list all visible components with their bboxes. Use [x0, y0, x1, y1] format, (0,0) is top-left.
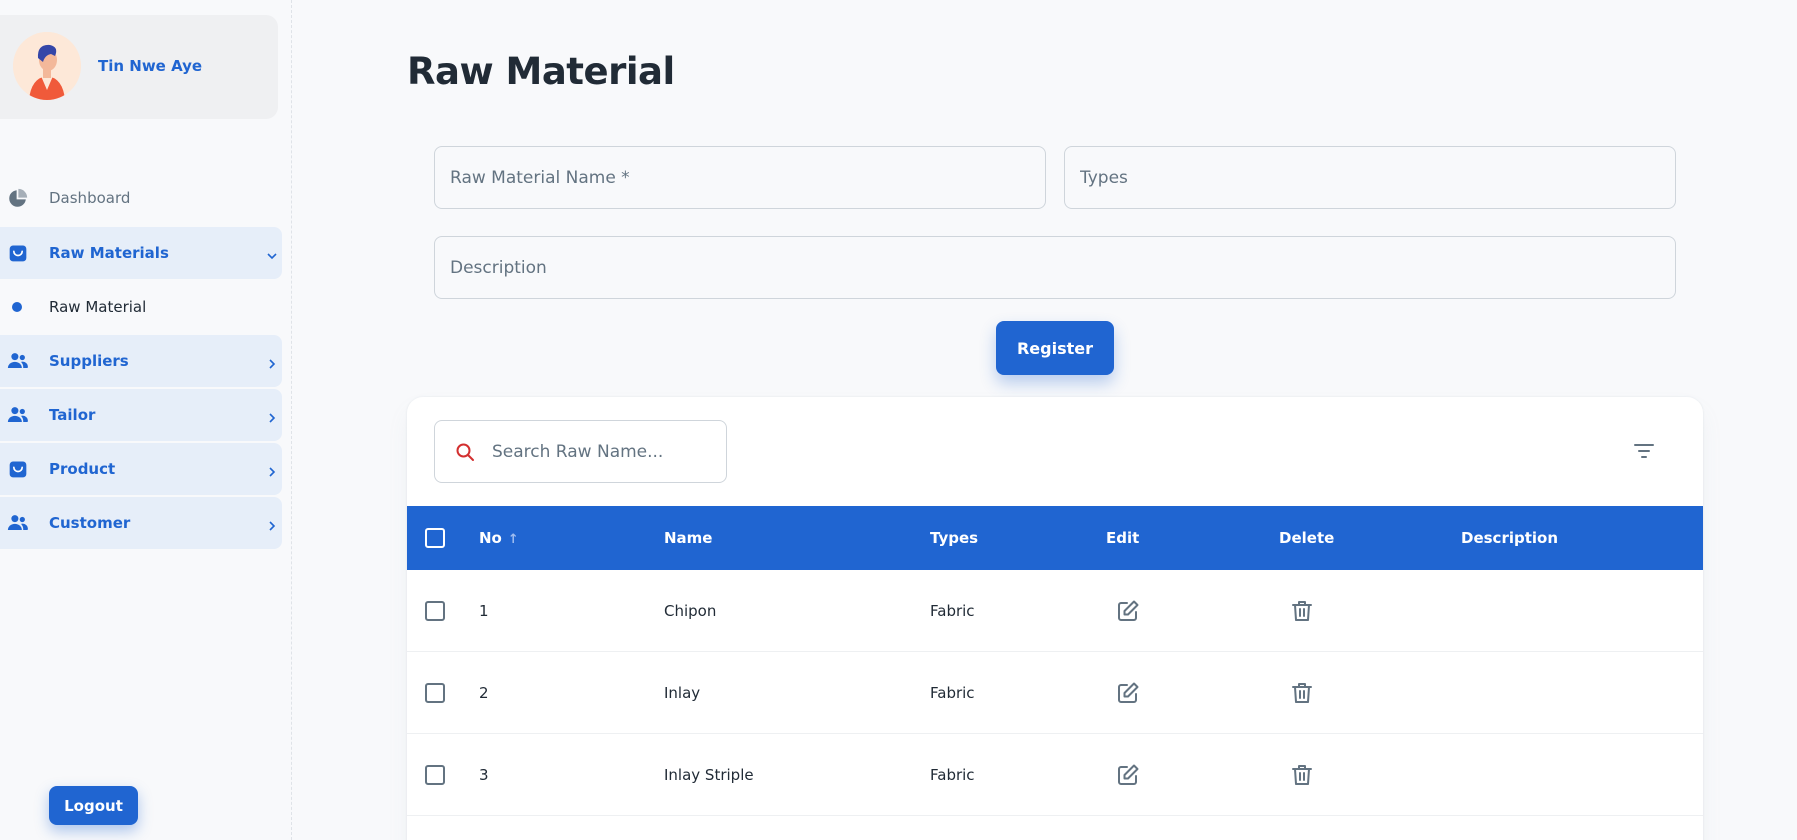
search-icon — [455, 442, 475, 462]
user-name: Tin Nwe Aye — [98, 57, 203, 75]
cell-types: Fabric — [930, 602, 975, 620]
table-row[interactable]: 2 Inlay Fabric — [407, 652, 1703, 734]
types-field[interactable] — [1064, 146, 1676, 209]
description-field[interactable] — [434, 236, 1676, 299]
select-all-checkbox[interactable] — [425, 528, 445, 548]
edit-icon[interactable] — [1116, 599, 1140, 623]
sort-arrow-icon: ↑ — [507, 532, 519, 547]
row-checkbox[interactable] — [425, 683, 445, 703]
edit-icon[interactable] — [1116, 763, 1140, 787]
page-title: Raw Material — [407, 50, 675, 93]
cell-name: Chipon — [664, 602, 717, 620]
trash-icon[interactable] — [1290, 681, 1314, 705]
chevron-right-icon — [266, 517, 278, 531]
table-row[interactable]: 3 Inlay Striple Fabric — [407, 734, 1703, 816]
cell-no: 2 — [479, 684, 489, 702]
nav-item-raw-material[interactable]: Raw Material — [0, 281, 282, 333]
shopping-bag-icon — [7, 459, 28, 480]
chevron-right-icon — [266, 355, 278, 369]
nav-item-suppliers[interactable]: Suppliers — [0, 335, 282, 387]
register-button[interactable]: Register — [996, 321, 1114, 375]
nav-label-tailor: Tailor — [49, 406, 96, 424]
search-input[interactable] — [492, 421, 717, 482]
cell-types: Fabric — [930, 684, 975, 702]
nav-label-customer: Customer — [49, 514, 131, 532]
column-header-no-label: No — [479, 529, 502, 547]
row-checkbox[interactable] — [425, 765, 445, 785]
cell-no: 1 — [479, 602, 489, 620]
nav-label-raw-materials: Raw Materials — [49, 244, 169, 262]
raw-material-name-input[interactable] — [435, 147, 1045, 208]
nav-label-suppliers: Suppliers — [49, 352, 129, 370]
pie-chart-icon — [7, 188, 28, 209]
row-checkbox[interactable] — [425, 601, 445, 621]
search-field[interactable] — [434, 420, 727, 483]
logout-button[interactable]: Logout — [49, 786, 138, 825]
people-icon — [7, 351, 28, 372]
avatar — [13, 32, 81, 100]
column-header-types[interactable]: Types — [930, 506, 978, 570]
nav-label-dashboard: Dashboard — [49, 189, 131, 207]
table-header: No ↑ Name Types Edit Delete Description — [407, 506, 1703, 570]
nav-item-dashboard[interactable]: Dashboard — [0, 172, 282, 224]
user-card[interactable]: Tin Nwe Aye — [0, 15, 278, 119]
column-header-no[interactable]: No ↑ — [479, 506, 519, 570]
trash-icon[interactable] — [1290, 599, 1314, 623]
nav-item-product[interactable]: Product — [0, 443, 282, 495]
nav-item-raw-materials[interactable]: Raw Materials — [0, 227, 282, 279]
cell-types: Fabric — [930, 766, 975, 784]
trash-icon[interactable] — [1290, 763, 1314, 787]
description-input[interactable] — [435, 237, 1675, 298]
people-icon — [7, 513, 28, 534]
sidebar: Tin Nwe Aye Dashboard Raw Materials Raw … — [0, 0, 292, 840]
nav-item-customer[interactable]: Customer — [0, 497, 282, 549]
cell-no: 3 — [479, 766, 489, 784]
chevron-down-icon — [266, 247, 278, 260]
nav-label-product: Product — [49, 460, 116, 478]
column-header-edit: Edit — [1106, 529, 1140, 547]
raw-material-name-field[interactable] — [434, 146, 1046, 209]
filter-list-icon[interactable] — [1633, 440, 1655, 462]
table-row[interactable]: 1 Chipon Fabric — [407, 570, 1703, 652]
active-dot-icon — [12, 302, 22, 312]
chevron-right-icon — [266, 409, 278, 423]
nav-item-tailor[interactable]: Tailor — [0, 389, 282, 441]
types-input[interactable] — [1065, 147, 1675, 208]
raw-material-table-card: No ↑ Name Types Edit Delete Description 1… — [407, 397, 1703, 840]
chevron-right-icon — [266, 463, 278, 477]
shopping-bag-icon — [7, 243, 28, 264]
column-header-description[interactable]: Description — [1461, 506, 1558, 570]
nav-label-raw-material: Raw Material — [49, 298, 147, 316]
cell-name: Inlay Striple — [664, 766, 754, 784]
column-header-delete: Delete — [1279, 529, 1335, 547]
cell-name: Inlay — [664, 684, 701, 702]
people-icon — [7, 405, 28, 426]
edit-icon[interactable] — [1116, 681, 1140, 705]
column-header-name[interactable]: Name — [664, 506, 712, 570]
